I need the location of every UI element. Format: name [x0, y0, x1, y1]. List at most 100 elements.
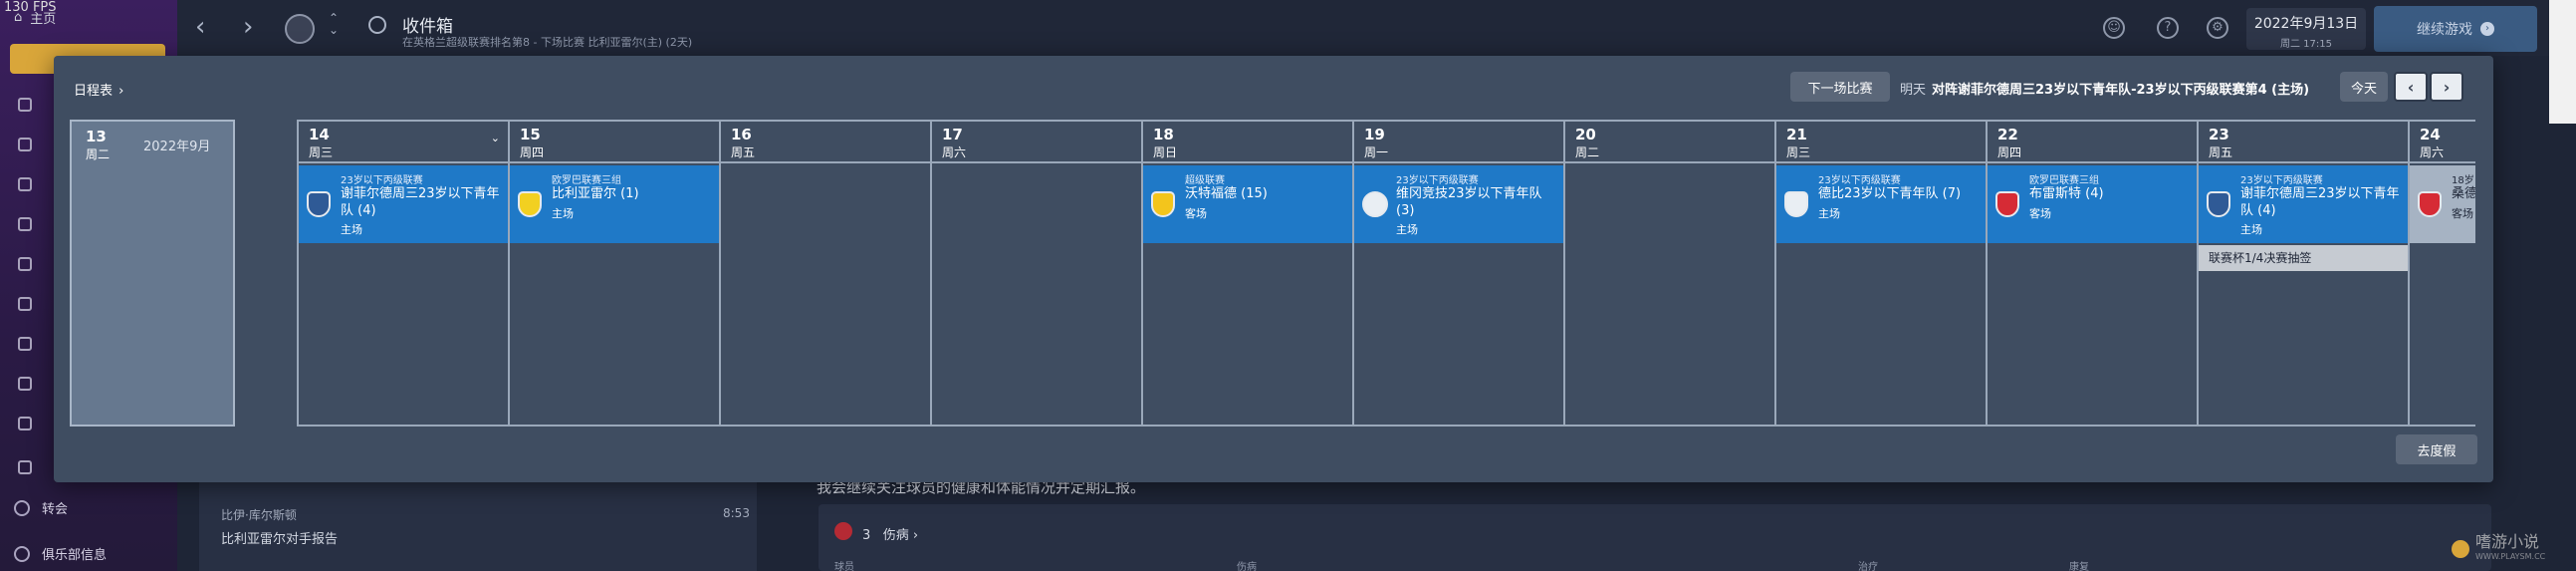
next-match-button[interactable]: 下一场比赛	[1790, 72, 1890, 102]
opponent-name: 桑德兰对纽	[2452, 186, 2475, 201]
chevron-right-icon: ›	[115, 84, 124, 99]
cup-draw-event[interactable]: 联赛杯1/4决赛抽签	[2199, 245, 2408, 271]
social-icon[interactable]: ☺	[2103, 17, 2125, 39]
day-weekday: 周二	[86, 147, 111, 161]
sidebar-item-club-info[interactable]: 俱乐部信息	[14, 544, 107, 563]
help-icon[interactable]: ?	[2157, 17, 2179, 39]
continue-button[interactable]: 继续游戏 ›	[2374, 6, 2537, 52]
day-weekday: 周三	[309, 145, 334, 159]
fixture-event[interactable]: 23岁以下丙级联赛 谢菲尔德周三23岁以下青年队 (4) 主场	[2199, 165, 2408, 243]
day-header: 22 周四	[1988, 122, 2197, 163]
opponent-name: 谢菲尔德周三23岁以下青年队 (4)	[2240, 186, 2400, 218]
competitions-icon[interactable]	[18, 417, 32, 430]
date-sub: 周二 17:15	[2280, 39, 2332, 50]
back-icon[interactable]: ‹	[195, 12, 205, 42]
day-number: 13	[86, 128, 107, 145]
day-header: 18 周日	[1143, 122, 1352, 163]
fixture-event[interactable]: 超级联赛 沃特福德 (15) 客场	[1143, 165, 1352, 243]
training-icon[interactable]	[18, 297, 32, 311]
fixture-event[interactable]: 23岁以下丙级联赛 维冈竞技23岁以下青年队 (3) 主场	[1354, 165, 1563, 243]
opponent-crest-icon	[1151, 191, 1175, 217]
fixture-event[interactable]: 23岁以下丙级联赛 谢菲尔德周三23岁以下青年队 (4) 主场	[299, 165, 508, 243]
calendar-day-19[interactable]: 19 周一 23岁以下丙级联赛 维冈竞技23岁以下青年队 (3) 主场	[1352, 122, 1563, 425]
calendar-day-15[interactable]: 15 周四 欧罗巴联赛三组 比利亚雷尔 (1) 主场	[508, 122, 719, 425]
column-header: 球员	[834, 562, 854, 571]
day-number: 19	[1364, 126, 1385, 143]
current-date[interactable]: 2022年9月13日 周二 17:15	[2246, 8, 2366, 50]
opponent-crest-icon	[307, 191, 331, 217]
staff-icon[interactable]	[18, 257, 32, 271]
tactics-icon[interactable]	[18, 177, 32, 191]
gear-icon[interactable]: ⚙	[2207, 17, 2228, 39]
calendar-day-21[interactable]: 21 周三 23岁以下丙级联赛 德比23岁以下青年队 (7) 主场	[1774, 122, 1986, 425]
transfer-icon	[14, 499, 30, 516]
calendar-day-16[interactable]: 16 周五	[719, 122, 930, 425]
day-weekday: 周三	[1786, 145, 1811, 159]
today-button[interactable]: 今天	[2340, 72, 2388, 102]
sidebar-item-transfers[interactable]: 转会	[14, 498, 68, 517]
sidebar-item-label: 俱乐部信息	[42, 548, 108, 563]
opponent-crest-icon	[1784, 191, 1808, 217]
calendar-day-17[interactable]: 17 周六	[930, 122, 1141, 425]
medical-icon[interactable]	[18, 337, 32, 351]
go-on-holiday-button[interactable]: 去度假	[2396, 434, 2477, 464]
schedule-icon[interactable]	[18, 377, 32, 391]
opponent-name: 沃特福德 (15)	[1185, 186, 1268, 201]
calendar-day-22[interactable]: 22 周四欧罗巴联赛三组 布雷斯特 (4) 客场	[1986, 122, 2197, 425]
calendar-day-20[interactable]: 20 周二	[1563, 122, 1774, 425]
day-header: 21 周三	[1776, 122, 1986, 163]
squad-icon[interactable]	[18, 138, 32, 151]
previous-week-button[interactable]: ‹	[2394, 72, 2428, 102]
calendar-day-18[interactable]: 18 周日 超级联赛 沃特福德 (15) 客场	[1141, 122, 1352, 425]
news-time: 8:53	[723, 506, 750, 520]
competition-name: 23岁以下丙级联赛	[341, 175, 423, 186]
day-number: 17	[942, 126, 963, 143]
day-number: 20	[1575, 126, 1596, 143]
day-weekday: 周六	[942, 145, 967, 159]
search-icon[interactable]	[368, 16, 386, 34]
data-icon[interactable]	[18, 217, 32, 231]
venue-label: 主场	[2240, 223, 2262, 236]
arrow-right-icon: ›	[2480, 22, 2494, 36]
calendar-day-24[interactable]: 24 周六 18岁桑德兰对纽客场	[2408, 122, 2475, 425]
fixture-event[interactable]: 23岁以下丙级联赛 德比23岁以下青年队 (7) 主场	[1776, 165, 1986, 243]
competition-name: 23岁以下丙级联赛	[1818, 175, 1901, 186]
column-header: 康复	[2069, 562, 2089, 571]
forward-icon[interactable]: ›	[243, 12, 253, 42]
chevron-down-icon[interactable]: ⌄	[491, 132, 500, 144]
day-header: 20 周二	[1565, 122, 1774, 163]
day-weekday: 周四	[1997, 145, 2022, 159]
medical-cross-icon	[834, 522, 852, 540]
shield-icon	[14, 545, 30, 562]
day-number: 23	[2209, 126, 2229, 143]
news-sender: 比伊·库尔斯顿	[221, 508, 297, 522]
competition-name: 18岁	[2452, 175, 2474, 186]
day-number: 24	[2420, 126, 2441, 143]
watermark: 嗜游小说 WWW.PLAYSM.CC	[2475, 532, 2546, 561]
date-main: 2022年9月13日	[2253, 16, 2359, 32]
club-crest-icon[interactable]	[285, 14, 315, 44]
calendar-day-23[interactable]: 23 周五 23岁以下丙级联赛 谢菲尔德周三23岁以下青年队 (4) 主场 联赛杯1/4决…	[2197, 122, 2408, 425]
fixture-event[interactable]: 欧罗巴联赛三组 比利亚雷尔 (1) 主场	[510, 165, 719, 243]
venue-label: 客场	[1185, 207, 1207, 220]
opponent-crest-icon	[2418, 191, 2442, 217]
sidebar-item-home[interactable]: ⌂ 主页	[14, 8, 56, 27]
injury-header[interactable]: 3 伤病 ›	[862, 524, 918, 543]
next-week-button[interactable]: ›	[2430, 72, 2463, 102]
opponent-crest-icon	[2207, 191, 2230, 217]
scouting-icon[interactable]	[18, 460, 32, 474]
club-switch-icon[interactable]: ⌃ ⌄	[329, 12, 339, 36]
venue-label: 主场	[1396, 223, 1418, 236]
selected-day-column[interactable]: 13 周二 2022年9月	[70, 120, 235, 427]
schedule-title-link[interactable]: 日程表 ›	[74, 80, 123, 99]
day-header: 24 周六	[2410, 122, 2475, 163]
calendar-day-14[interactable]: 14 周三 ⌄ 23岁以下丙级联赛 谢菲尔德周三23岁以下青年队 (4) 主场	[297, 122, 508, 425]
fixture-event[interactable]: 欧罗巴联赛三组 布雷斯特 (4) 客场	[1988, 165, 2197, 243]
fixture-event[interactable]: 18岁桑德兰对纽客场	[2410, 165, 2475, 243]
opponent-name: 维冈竞技23岁以下青年队 (3)	[1396, 186, 1542, 218]
kit-icon[interactable]	[18, 98, 32, 112]
day-number: 22	[1997, 126, 2018, 143]
sidebar-item-label: 主页	[30, 12, 57, 27]
news-item-title[interactable]: 比利亚雷尔对手报告	[221, 528, 338, 547]
venue-label: 客场	[2029, 207, 2051, 220]
